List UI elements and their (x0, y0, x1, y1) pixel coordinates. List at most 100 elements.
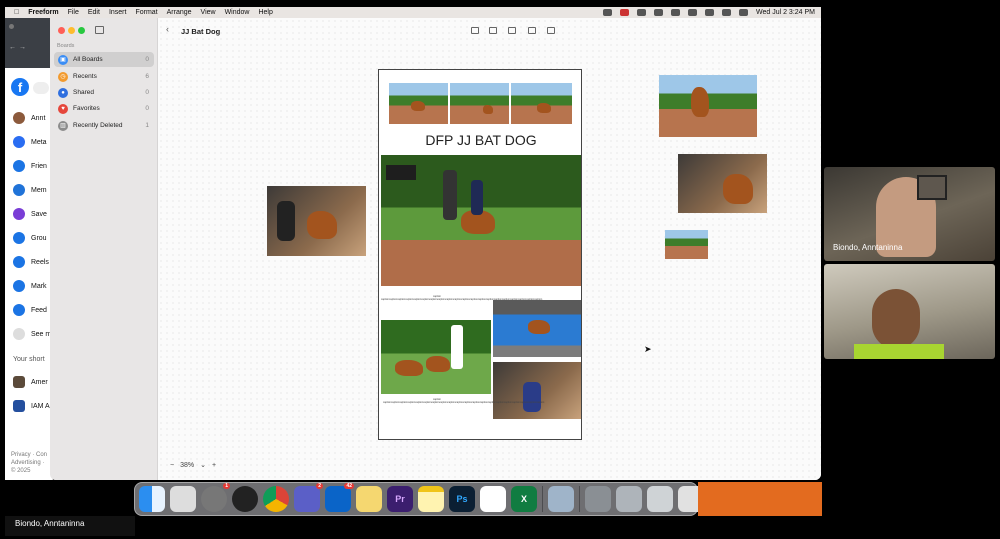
photo-booth-icon[interactable] (232, 486, 258, 512)
menu-app-name[interactable]: Freeform (28, 9, 58, 16)
menu-arrange[interactable]: Arrange (167, 9, 192, 16)
fb-nav-marketplace[interactable]: Mark (13, 280, 47, 292)
sidebar-item-all-boards[interactable]: ▣ All Boards 0 (54, 52, 154, 67)
outlook-icon[interactable]: 42 (325, 483, 354, 512)
sidebar-item-favorites[interactable]: ♥ Favorites 0 (54, 101, 154, 116)
caption-text: captioncaptioncaptioncaptioncaptioncapti… (381, 298, 543, 301)
floating-photo-bat-dog[interactable] (659, 75, 757, 137)
fb-nav-saved[interactable]: Save (13, 208, 47, 220)
zoom-dropdown-icon[interactable]: ⌄ (200, 461, 206, 469)
caption-block[interactable]: caption captioncaptioncaptioncaptioncapt… (381, 295, 543, 301)
tray-icon[interactable] (653, 9, 663, 16)
board-title[interactable]: JJ Bat Dog (181, 27, 220, 36)
facebook-search-icon[interactable] (33, 82, 49, 94)
fb-nav-see-more[interactable]: See m (13, 328, 51, 340)
menu-insert[interactable]: Insert (109, 9, 127, 16)
video-tile-participant[interactable] (824, 264, 995, 359)
zoom-out-button[interactable]: − (170, 462, 174, 469)
floating-photo-family[interactable] (267, 186, 366, 256)
sidebar-toggle-icon[interactable] (95, 26, 104, 34)
chrome-icon[interactable] (263, 486, 289, 512)
media-insert-icon[interactable] (528, 27, 536, 34)
notes-pad-icon[interactable] (418, 486, 444, 512)
sidebar-item-shared[interactable]: ● Shared 0 (54, 85, 154, 100)
shape-tool-icon[interactable] (489, 27, 497, 34)
video-tile-participant[interactable]: Biondo, Anntaninna (824, 167, 995, 261)
control-center-icon[interactable] (738, 9, 748, 16)
system-settings-icon[interactable]: 1 (201, 483, 230, 512)
person-figure (277, 201, 295, 241)
menu-help[interactable]: Help (258, 9, 272, 16)
zoom-level[interactable]: 38% (180, 462, 194, 469)
tray-icon[interactable] (670, 9, 680, 16)
fb-nav-groups[interactable]: Grou (13, 232, 47, 244)
zoom-in-button[interactable]: + (212, 462, 216, 469)
fb-nav-profile[interactable]: Annt (13, 112, 45, 124)
menu-clock[interactable]: Wed Jul 2 3:24 PM (756, 9, 815, 16)
fb-nav-friends[interactable]: Frien (13, 160, 47, 172)
photo-thumbnail[interactable] (389, 83, 448, 124)
file-insert-icon[interactable] (547, 27, 555, 34)
apple-icon[interactable]:  (14, 9, 19, 16)
zoom-window-icon[interactable] (78, 27, 85, 34)
tray-icon[interactable] (636, 9, 646, 16)
text-box-icon[interactable] (508, 27, 516, 34)
forward-icon[interactable]: → (19, 44, 26, 51)
minimized-window-icon[interactable] (616, 486, 642, 512)
minimized-window-icon[interactable] (647, 486, 673, 512)
fb-nav-meta[interactable]: Meta (13, 136, 47, 148)
fb-nav-memories[interactable]: Mem (13, 184, 47, 196)
sidebar-item-recently-deleted[interactable]: ▥ Recently Deleted 1 (54, 118, 154, 133)
back-chevron-icon[interactable]: ‹ (166, 24, 169, 34)
excel-icon[interactable]: X (511, 486, 537, 512)
menu-edit[interactable]: Edit (88, 9, 100, 16)
note-tool-icon[interactable] (471, 27, 479, 34)
board-canvas[interactable]: ‹ JJ Bat Dog DFP JJ BAT DOG caption capt… (158, 18, 821, 480)
floating-photo-kids[interactable] (678, 154, 767, 213)
main-photo[interactable] (381, 155, 581, 286)
premiere-pro-icon[interactable]: Pr (387, 486, 413, 512)
freeform-icon[interactable] (480, 486, 506, 512)
fb-nav-feeds[interactable]: Feed (13, 304, 47, 316)
board-document[interactable]: DFP JJ BAT DOG caption captioncaptioncap… (378, 69, 582, 440)
footer-line[interactable]: Advertising · (11, 459, 47, 467)
fb-nav-reels[interactable]: Reels (13, 256, 49, 268)
back-icon[interactable]: ← (9, 44, 16, 51)
menu-format[interactable]: Format (135, 9, 157, 16)
menu-view[interactable]: View (201, 9, 216, 16)
photo-indoor[interactable] (493, 362, 581, 419)
menu-window[interactable]: Window (225, 9, 250, 16)
wifi-icon[interactable] (704, 9, 714, 16)
photoshop-icon[interactable]: Ps (449, 486, 475, 512)
floating-photo-small[interactable] (665, 230, 708, 259)
saved-icon (13, 208, 25, 220)
teams-icon[interactable]: 2 (294, 483, 323, 512)
photo-yard[interactable] (381, 320, 491, 394)
minimized-window-icon[interactable] (585, 486, 611, 512)
close-icon[interactable] (9, 24, 14, 29)
tray-icon[interactable] (602, 9, 612, 16)
fb-shortcut[interactable]: IAM A (13, 400, 50, 412)
search-icon[interactable] (721, 9, 731, 16)
launchpad-icon[interactable] (170, 486, 196, 512)
tray-record-icon[interactable] (619, 9, 629, 16)
facebook-logo-icon[interactable]: f (11, 78, 29, 96)
shortcut-thumbnail (13, 376, 25, 388)
document-title[interactable]: DFP JJ BAT DOG (379, 132, 583, 148)
participant-face (872, 289, 920, 349)
finder-icon[interactable] (139, 486, 165, 512)
battery-icon[interactable] (687, 9, 697, 16)
dog-figure (537, 103, 551, 113)
menu-file[interactable]: File (68, 9, 79, 16)
close-window-icon[interactable] (58, 27, 65, 34)
footer-line[interactable]: Privacy · Con (11, 451, 47, 459)
notes-icon[interactable] (356, 486, 382, 512)
preview-icon[interactable] (548, 486, 574, 512)
fb-shortcut[interactable]: Amer (13, 376, 48, 388)
minimize-window-icon[interactable] (68, 27, 75, 34)
sidebar-item-recents[interactable]: ◷ Recents 6 (54, 69, 154, 84)
caption-block[interactable]: caption captioncaptioncaptioncaptioncapt… (383, 398, 544, 404)
photo-thumbnail[interactable] (511, 83, 572, 124)
photo-pool[interactable] (493, 300, 581, 357)
photo-thumbnail[interactable] (450, 83, 509, 124)
